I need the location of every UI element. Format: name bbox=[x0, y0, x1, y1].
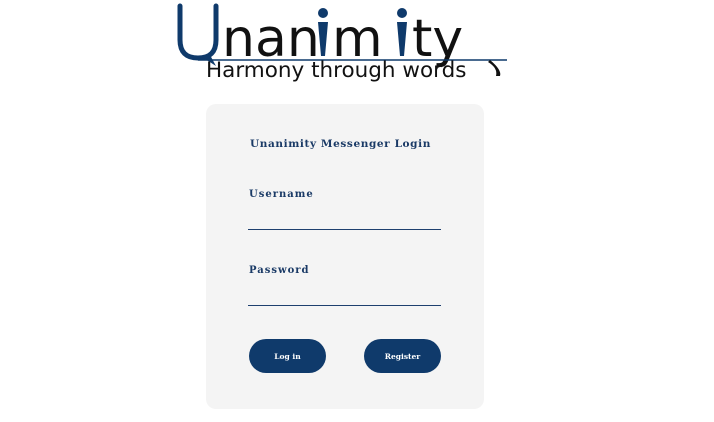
password-label: Password bbox=[249, 265, 310, 276]
login-card: Unanimity Messenger Login Username Passw… bbox=[206, 104, 484, 409]
username-input[interactable] bbox=[248, 209, 441, 230]
password-input[interactable] bbox=[248, 285, 441, 306]
register-button[interactable]: Register bbox=[364, 339, 441, 373]
login-title: Unanimity Messenger Login bbox=[250, 138, 431, 150]
login-page: nan m ty Harmony through words Unanimity… bbox=[0, 0, 714, 422]
login-button[interactable]: Log in bbox=[249, 339, 326, 373]
username-label: Username bbox=[249, 189, 314, 200]
logo-tagline: Harmony through words bbox=[206, 58, 467, 83]
